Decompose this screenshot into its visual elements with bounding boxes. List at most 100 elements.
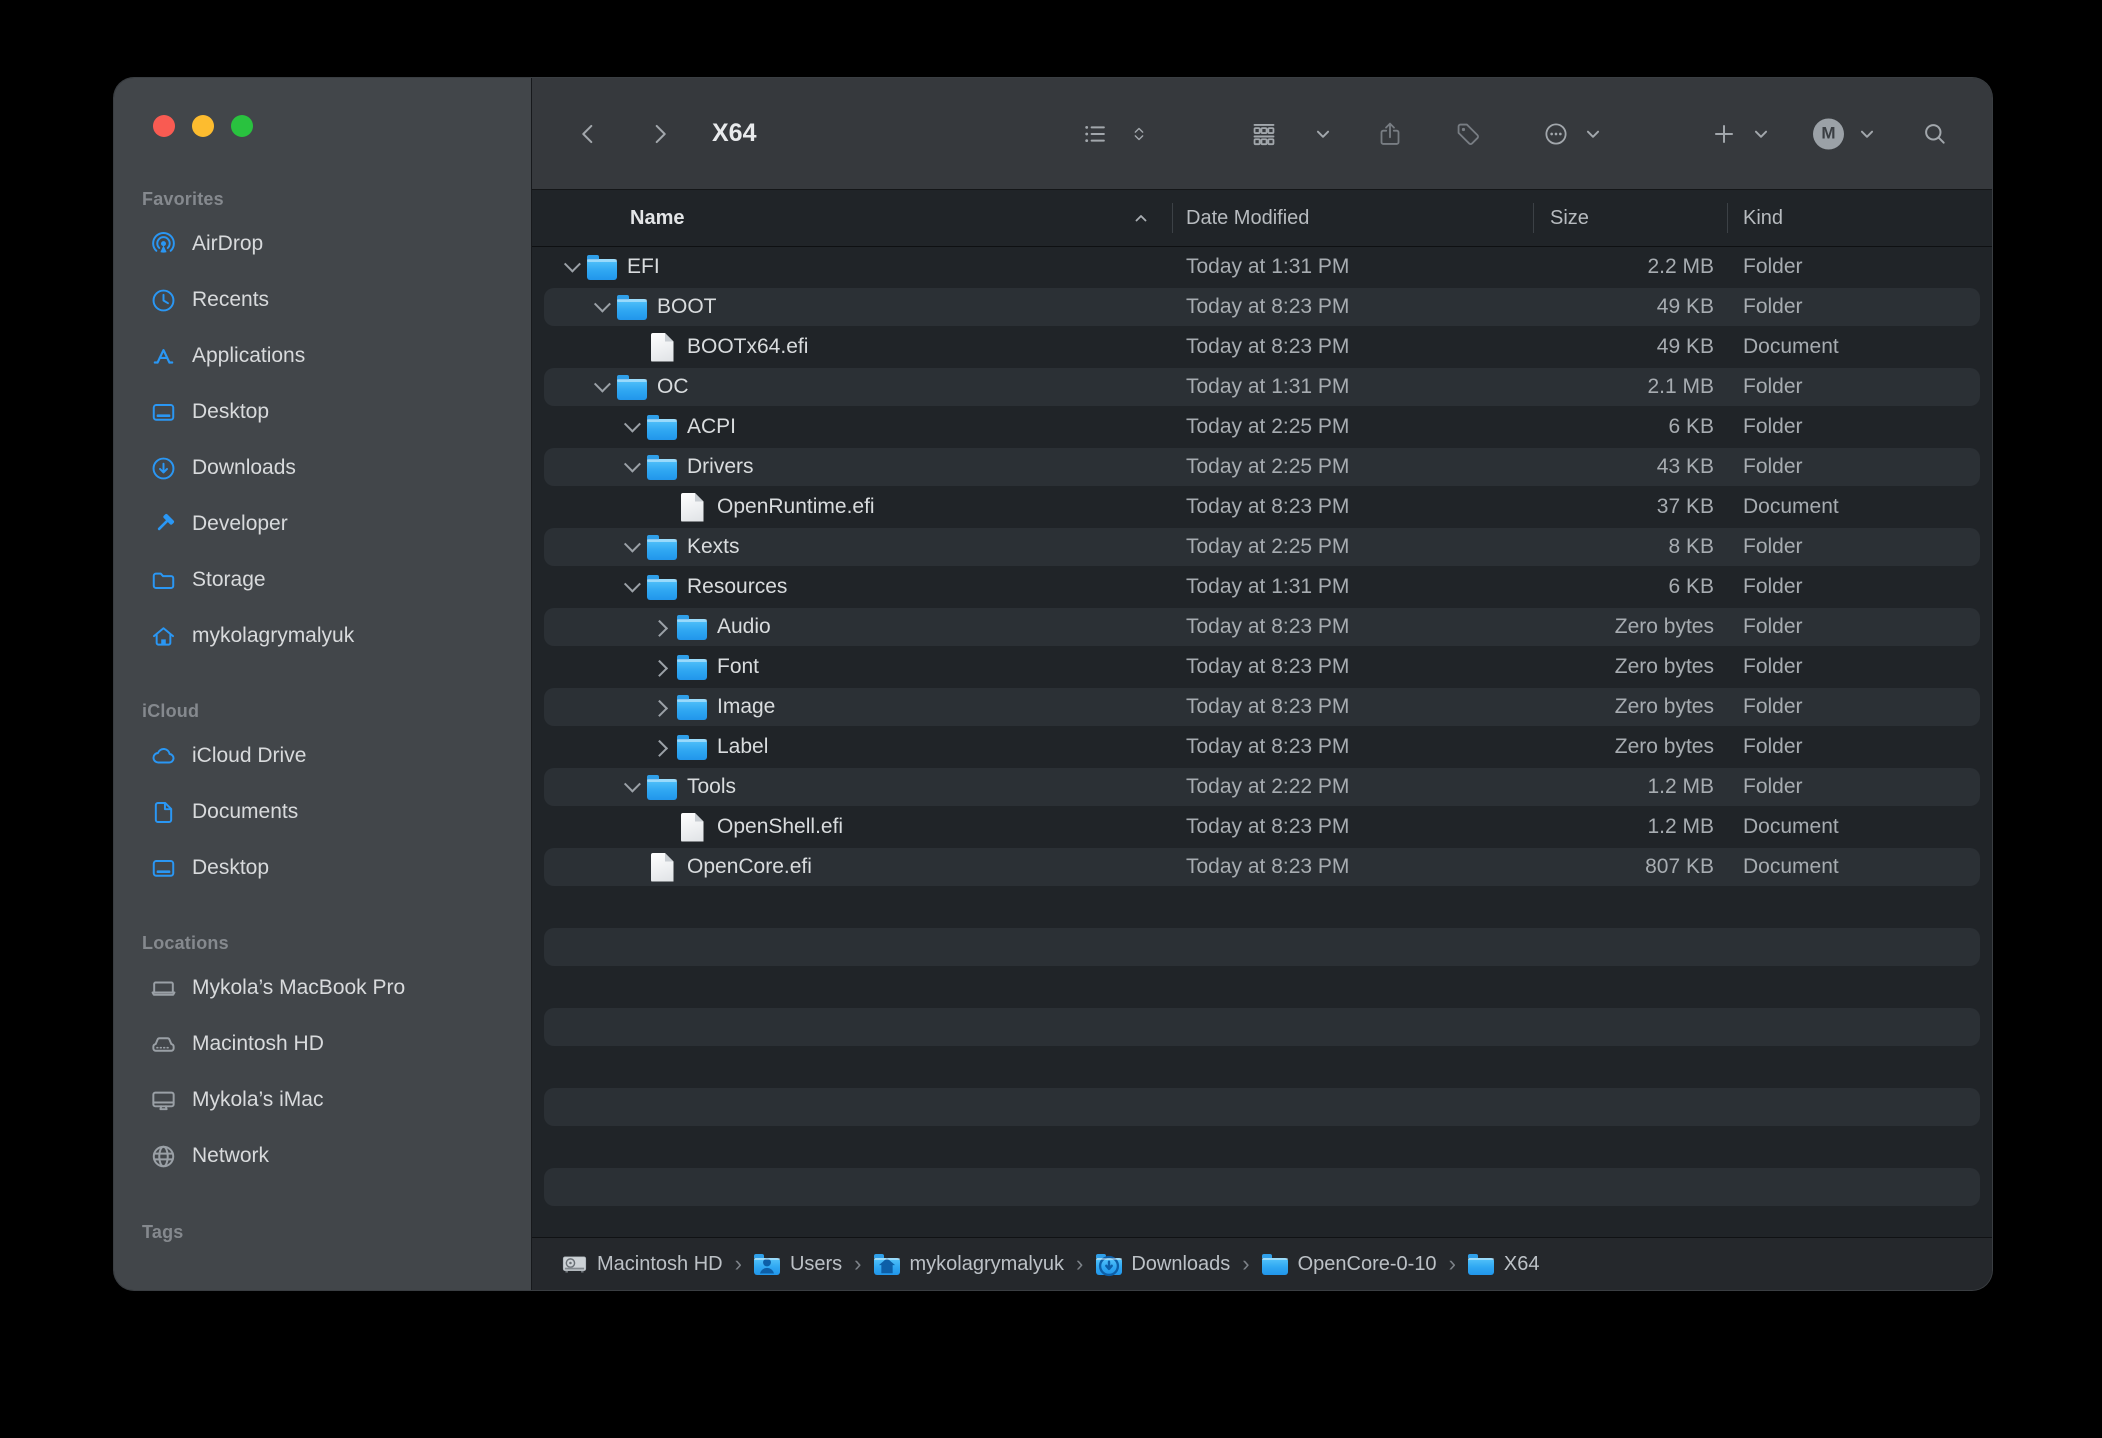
file-row-kexts[interactable]: Kexts Today at 2:25 PM 8 KB Folder (532, 527, 1992, 567)
disclosure-collapsed-icon[interactable] (651, 660, 668, 677)
sidebar-item-desktop[interactable]: Desktop (114, 840, 531, 896)
file-row-font[interactable]: Font Today at 8:23 PM Zero bytes Folder (532, 647, 1992, 687)
column-header-name[interactable]: Name (630, 190, 684, 246)
more-actions-icon[interactable] (1538, 116, 1574, 152)
date-modified-value: Today at 8:23 PM (1186, 495, 1533, 519)
size-value: 49 KB (1533, 295, 1714, 319)
disclosure-collapsed-icon[interactable] (651, 740, 668, 757)
sidebar-item-documents[interactable]: Documents (114, 784, 531, 840)
laptop-icon (148, 973, 178, 1003)
file-row-drivers[interactable]: Drivers Today at 2:25 PM 43 KB Folder (532, 447, 1992, 487)
account-avatar[interactable]: M (1813, 118, 1844, 149)
sidebar-section-header: Tags (114, 1215, 531, 1249)
path-separator: › (1449, 1253, 1456, 1275)
view-sort-toggle-icon[interactable] (1126, 116, 1152, 152)
disclosure-expanded-icon[interactable] (624, 416, 641, 433)
more-actions-chevron-icon[interactable] (1580, 116, 1606, 152)
file-row-label[interactable]: Label Today at 8:23 PM Zero bytes Folder (532, 727, 1992, 767)
column-divider[interactable] (1533, 203, 1534, 233)
path-item-users[interactable]: Users (754, 1252, 842, 1276)
name-cell: Drivers (532, 454, 1186, 480)
sidebar-item-label: Mykola’s iMac (192, 1088, 323, 1112)
sidebar-item-storage[interactable]: Storage (114, 552, 531, 608)
disclosure-expanded-icon[interactable] (594, 296, 611, 313)
size-value: Zero bytes (1533, 735, 1714, 759)
file-row-bootx64-efi[interactable]: BOOTx64.efi Today at 8:23 PM 49 KB Docum… (532, 327, 1992, 367)
file-name: Image (717, 695, 775, 719)
disclosure-expanded-icon[interactable] (594, 376, 611, 393)
file-row-boot[interactable]: BOOT Today at 8:23 PM 49 KB Folder (532, 287, 1992, 327)
sidebar-item-applications[interactable]: Applications (114, 328, 531, 384)
search-icon[interactable] (1917, 116, 1953, 152)
share-icon[interactable] (1372, 116, 1408, 152)
file-row-acpi[interactable]: ACPI Today at 2:25 PM 6 KB Folder (532, 407, 1992, 447)
sidebar-item-mykola-s-imac[interactable]: Mykola’s iMac (114, 1072, 531, 1128)
disclosure-expanded-icon[interactable] (564, 256, 581, 273)
path-item-label: X64 (1504, 1253, 1540, 1276)
group-by-icon[interactable] (1246, 116, 1282, 152)
folder-icon (1468, 1252, 1495, 1276)
date-modified-value: Today at 8:23 PM (1186, 695, 1533, 719)
document-page-icon (148, 797, 178, 827)
account-chevron-icon[interactable] (1854, 116, 1880, 152)
sidebar-item-recents[interactable]: Recents (114, 272, 531, 328)
group-by-chevron-icon[interactable] (1310, 116, 1336, 152)
path-separator: › (735, 1253, 742, 1275)
forward-button[interactable] (642, 116, 678, 152)
sidebar-item-macintosh-hd[interactable]: Macintosh HD (114, 1016, 531, 1072)
column-header-kind[interactable]: Kind (1743, 190, 1783, 246)
path-item-mykolagrymalyuk[interactable]: mykolagrymalyuk (874, 1252, 1064, 1276)
sidebar-item-network[interactable]: Network (114, 1128, 531, 1184)
path-item-downloads[interactable]: Downloads (1095, 1252, 1230, 1276)
file-row-oc[interactable]: OC Today at 1:31 PM 2.1 MB Folder (532, 367, 1992, 407)
sidebar-item-icloud-drive[interactable]: iCloud Drive (114, 728, 531, 784)
sidebar-item-label: AirDrop (192, 232, 263, 256)
sidebar: FavoritesAirDropRecentsApplicationsDeskt… (114, 78, 532, 1290)
sidebar-item-airdrop[interactable]: AirDrop (114, 216, 531, 272)
back-button[interactable] (570, 116, 606, 152)
name-cell: OpenCore.efi (532, 853, 1186, 882)
path-item-x64[interactable]: X64 (1468, 1252, 1540, 1276)
sidebar-item-desktop[interactable]: Desktop (114, 384, 531, 440)
column-header-size[interactable]: Size (1550, 190, 1589, 246)
file-row-openshell-efi[interactable]: OpenShell.efi Today at 8:23 PM 1.2 MB Do… (532, 807, 1992, 847)
file-row-audio[interactable]: Audio Today at 8:23 PM Zero bytes Folder (532, 607, 1992, 647)
file-name: ACPI (687, 415, 736, 439)
disclosure-expanded-icon[interactable] (624, 536, 641, 553)
column-divider[interactable] (1172, 203, 1173, 233)
path-item-opencore-0-10[interactable]: OpenCore-0-10 (1262, 1252, 1437, 1276)
new-item-chevron-icon[interactable] (1748, 116, 1774, 152)
kind-value: Folder (1743, 295, 1803, 319)
disclosure-collapsed-icon[interactable] (651, 700, 668, 717)
path-item-macintosh-hd[interactable]: Macintosh HD (561, 1252, 723, 1276)
sidebar-item-label: Developer (192, 512, 288, 536)
disclosure-expanded-icon[interactable] (624, 576, 641, 593)
column-header-date[interactable]: Date Modified (1186, 190, 1309, 246)
folder-icon (647, 414, 677, 440)
file-row-image[interactable]: Image Today at 8:23 PM Zero bytes Folder (532, 687, 1992, 727)
path-item-label: OpenCore-0-10 (1298, 1253, 1437, 1276)
file-row-resources[interactable]: Resources Today at 1:31 PM 6 KB Folder (532, 567, 1992, 607)
file-row-tools[interactable]: Tools Today at 2:22 PM 1.2 MB Folder (532, 767, 1992, 807)
disclosure-expanded-icon[interactable] (624, 456, 641, 473)
empty-row (532, 927, 1992, 967)
file-name: Label (717, 735, 768, 759)
date-modified-value: Today at 2:25 PM (1186, 455, 1533, 479)
file-row-openruntime-efi[interactable]: OpenRuntime.efi Today at 8:23 PM 37 KB D… (532, 487, 1992, 527)
kind-value: Folder (1743, 575, 1803, 599)
new-item-icon[interactable] (1706, 116, 1742, 152)
disclosure-collapsed-icon[interactable] (651, 620, 668, 637)
kind-value: Document (1743, 335, 1839, 359)
file-row-opencore-efi[interactable]: OpenCore.efi Today at 8:23 PM 807 KB Doc… (532, 847, 1992, 887)
file-row-efi[interactable]: EFI Today at 1:31 PM 2.2 MB Folder (532, 247, 1992, 287)
list-view-icon[interactable] (1077, 116, 1113, 152)
disclosure-expanded-icon[interactable] (624, 776, 641, 793)
sidebar-item-developer[interactable]: Developer (114, 496, 531, 552)
kind-value: Folder (1743, 415, 1803, 439)
sidebar-item-mykola-s-macbook-pro[interactable]: Mykola’s MacBook Pro (114, 960, 531, 1016)
sidebar-item-mykolagrymalyuk[interactable]: mykolagrymalyuk (114, 608, 531, 664)
folder-icon (617, 294, 647, 320)
sidebar-item-downloads[interactable]: Downloads (114, 440, 531, 496)
column-divider[interactable] (1727, 203, 1728, 233)
tag-icon[interactable] (1450, 116, 1486, 152)
